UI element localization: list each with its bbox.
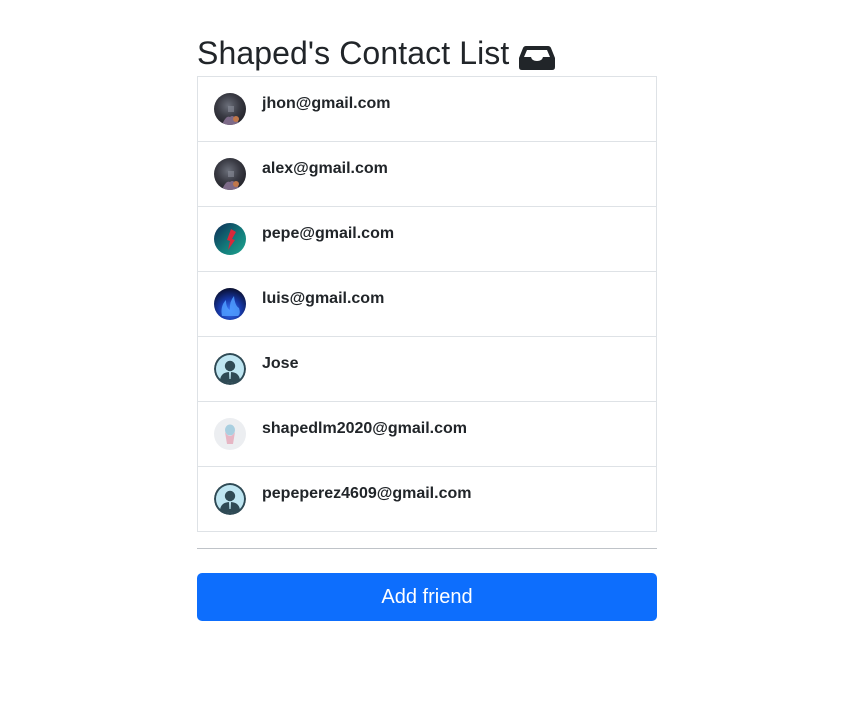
page-title: Shaped's Contact List	[197, 30, 657, 76]
contact-name: alex@gmail.com	[262, 160, 388, 177]
contact-list-container: Shaped's Contact List jhon@gmail.com ale…	[197, 30, 657, 621]
avatar	[214, 483, 246, 515]
contact-item[interactable]: alex@gmail.com	[198, 141, 656, 206]
contact-name: jhon@gmail.com	[262, 95, 391, 112]
avatar	[214, 223, 246, 255]
avatar	[214, 418, 246, 450]
contact-name: shapedlm2020@gmail.com	[262, 420, 468, 437]
contact-item[interactable]: pepe@gmail.com	[198, 206, 656, 271]
add-friend-button[interactable]: Add friend	[197, 573, 657, 621]
contact-item[interactable]: luis@gmail.com	[198, 271, 656, 336]
contact-name: pepe@gmail.com	[262, 225, 395, 242]
contact-name: luis@gmail.com	[262, 290, 385, 307]
divider	[197, 548, 657, 549]
avatar	[214, 93, 246, 125]
contact-item[interactable]: Jose	[198, 336, 656, 401]
contact-item[interactable]: jhon@gmail.com	[198, 77, 656, 141]
contact-item[interactable]: pepeperez4609@gmail.com	[198, 466, 656, 531]
avatar	[214, 158, 246, 190]
avatar	[214, 353, 246, 385]
contact-list: jhon@gmail.com alex@gmail.com pepe@gmail…	[197, 76, 657, 532]
contact-name: Jose	[262, 355, 299, 372]
page-title-text: Shaped's Contact List	[197, 34, 510, 71]
contact-item[interactable]: shapedlm2020@gmail.com	[198, 401, 656, 466]
contact-name: pepeperez4609@gmail.com	[262, 485, 472, 502]
avatar	[214, 288, 246, 320]
inbox-tray-icon	[518, 41, 556, 70]
